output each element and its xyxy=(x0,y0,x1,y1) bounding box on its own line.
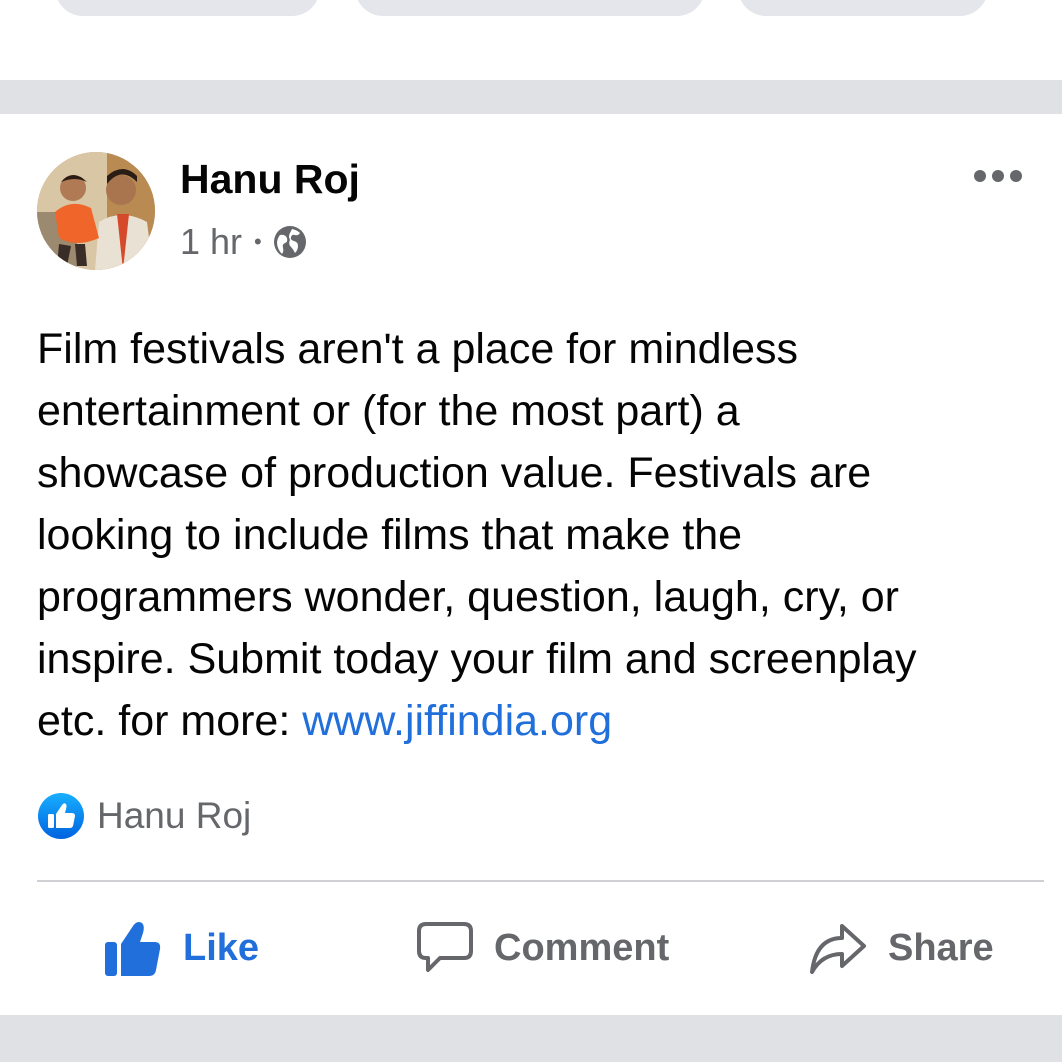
reactions-names: Hanu Roj xyxy=(97,795,252,836)
previous-post-action-pill-2[interactable] xyxy=(355,0,705,16)
like-reaction-icon xyxy=(38,793,84,839)
post-text-line-4: looking to include films that make the xyxy=(37,511,743,559)
like-label: Like xyxy=(183,926,260,969)
share-label: Share xyxy=(888,926,994,969)
previous-post-action-bar xyxy=(0,0,1062,80)
post-text-line-7-prefix: etc. for more: xyxy=(37,697,303,745)
reactions-summary[interactable]: Hanu Roj xyxy=(37,792,251,840)
meta-separator: • xyxy=(254,229,262,254)
post-time[interactable]: 1 hr xyxy=(180,221,242,263)
post-text-line-6: inspire. Submit today your film and scre… xyxy=(37,635,917,683)
post-actions: Like Comment Share xyxy=(0,882,1062,1012)
post-card: Hanu Roj 1 hr • Film festivals aren't a … xyxy=(0,114,1062,1015)
comment-button[interactable]: Comment xyxy=(416,915,669,981)
previous-post-action-pill-3[interactable] xyxy=(738,0,988,16)
share-icon xyxy=(810,924,866,974)
post-text-line-1: Film festivals aren't a place for mindle… xyxy=(37,325,798,373)
feed-page: Hanu Roj 1 hr • Film festivals aren't a … xyxy=(0,0,1062,1062)
share-button[interactable]: Share xyxy=(808,915,994,981)
thumbs-up-icon xyxy=(105,922,161,976)
post-body: Film festivals aren't a place for mindle… xyxy=(37,318,1037,752)
avatar[interactable] xyxy=(37,152,155,270)
comment-label: Comment xyxy=(494,926,670,969)
feed-separator xyxy=(0,80,1062,114)
post-meta: 1 hr • xyxy=(180,221,308,263)
post-text-line-5: programmers wonder, question, laugh, cry… xyxy=(37,573,899,621)
author-name[interactable]: Hanu Roj xyxy=(180,156,360,203)
more-horizontal-icon[interactable] xyxy=(972,166,1024,186)
comment-icon xyxy=(417,922,473,972)
globe-icon xyxy=(273,226,306,258)
post-text-line-3: showcase of production value. Festivals … xyxy=(37,449,872,497)
post-text-line-7: etc. for more: www.jiffindia.org xyxy=(37,690,1037,752)
previous-post-action-pill-1[interactable] xyxy=(55,0,320,16)
like-button[interactable]: Like xyxy=(103,915,259,981)
feed-separator-bottom xyxy=(0,1015,1062,1062)
avatar-image xyxy=(37,152,155,270)
post-text-line-2: entertainment or (for the most part) a xyxy=(37,387,740,435)
post-link[interactable]: www.jiffindia.org xyxy=(302,697,612,745)
